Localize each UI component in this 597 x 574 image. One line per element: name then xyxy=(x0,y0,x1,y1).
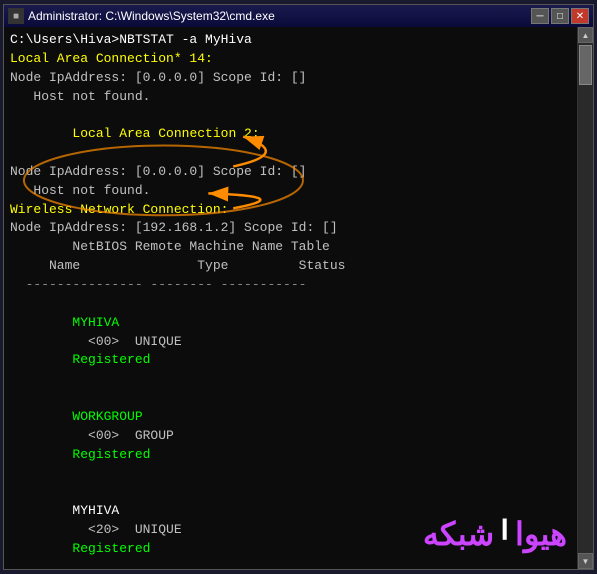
title-bar-buttons: ─ □ ✕ xyxy=(531,8,589,24)
content-area: C:\Users\Hiva>NBTSTAT -a MyHiva Local Ar… xyxy=(4,27,593,569)
window-icon: ■ xyxy=(8,8,24,24)
maximize-button[interactable]: □ xyxy=(551,8,569,24)
watermark-arabic: شبکه xyxy=(423,511,494,557)
window-title: Administrator: C:\Windows\System32\cmd.e… xyxy=(28,9,275,23)
watermark: شبکه ا هیوا xyxy=(423,511,567,557)
minimize-button[interactable]: ─ xyxy=(531,8,549,24)
title-bar-left: ■ Administrator: C:\Windows\System32\cmd… xyxy=(8,8,275,24)
close-button[interactable]: ✕ xyxy=(571,8,589,24)
scrollbar[interactable]: ▲ ▼ xyxy=(577,27,593,569)
scroll-thumb[interactable] xyxy=(579,45,592,85)
title-bar: ■ Administrator: C:\Windows\System32\cmd… xyxy=(4,5,593,27)
terminal[interactable]: C:\Users\Hiva>NBTSTAT -a MyHiva Local Ar… xyxy=(4,27,577,569)
watermark-separator: ا xyxy=(496,514,513,555)
watermark-latin: هیوا xyxy=(515,511,567,557)
scroll-up-button[interactable]: ▲ xyxy=(578,27,593,43)
scroll-down-button[interactable]: ▼ xyxy=(578,553,593,569)
scroll-track[interactable] xyxy=(578,43,593,553)
cmd-window: ■ Administrator: C:\Windows\System32\cmd… xyxy=(3,4,594,570)
